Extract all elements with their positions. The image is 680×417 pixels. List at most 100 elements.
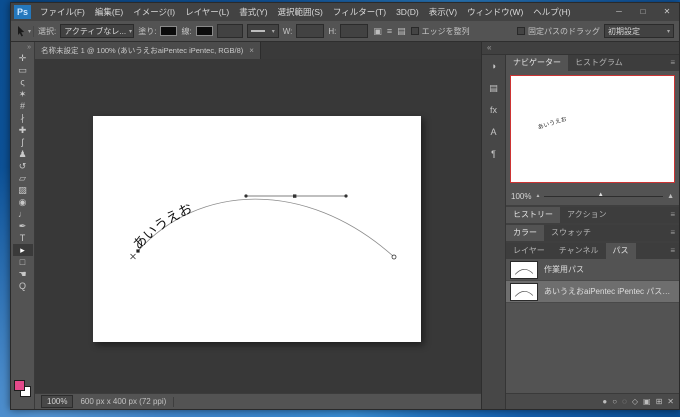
minimize-button[interactable]: ─ <box>607 3 631 21</box>
path-row-type-path[interactable]: あいうえおaiPentec iPentec パス文字 <box>506 281 679 303</box>
navigator-view-box[interactable]: あいうえお <box>510 75 675 183</box>
zoom-in-icon[interactable]: ▲ <box>667 193 674 200</box>
tab-channels[interactable]: チャンネル <box>552 243 606 259</box>
rectangle-tool[interactable]: □ <box>13 256 33 268</box>
options-bar: ▾ 選択: アクティブなレ... ▾ 塗り: 線: ▾ W: H: ▣≡▤ エッ… <box>11 21 679 42</box>
stroke-path-icon[interactable]: ○ <box>612 394 617 410</box>
stroke-color-swatch[interactable] <box>196 26 213 36</box>
adjustments-panel-icon[interactable]: ◑ <box>485 60 503 73</box>
canvas-pasteboard[interactable]: あいうえお <box>35 59 481 393</box>
panel-menu-icon[interactable]: ≡ <box>670 55 679 71</box>
menu-item[interactable]: 表示(V) <box>424 3 462 21</box>
anchor-point-middle[interactable] <box>293 194 296 197</box>
healing-brush-tool[interactable]: ✚ <box>13 124 33 136</box>
navigator-zoom-value[interactable]: 100% <box>511 192 531 201</box>
styles-panel-icon[interactable]: fx <box>485 104 503 117</box>
stroke-width-field[interactable] <box>217 24 243 38</box>
path-operations-icon[interactable]: ▣ <box>372 24 383 38</box>
align-edges-checkbox[interactable] <box>411 27 419 35</box>
marquee-tool[interactable]: ▭ <box>13 64 33 76</box>
tab-histogram[interactable]: ヒストグラム <box>568 55 630 71</box>
width-field[interactable] <box>296 24 324 38</box>
character-panel-icon[interactable]: A <box>485 126 503 139</box>
select-mode-value: アクティブなレ... <box>64 26 126 37</box>
eraser-tool[interactable]: ▱ <box>13 172 33 184</box>
tab-navigator[interactable]: ナビゲーター <box>506 55 568 71</box>
maximize-button[interactable]: □ <box>631 3 655 21</box>
panel-menu-icon[interactable]: ≡ <box>670 207 679 223</box>
add-mask-icon[interactable]: ▣ <box>643 394 651 410</box>
stroke-style-dropdown[interactable]: ▾ <box>247 24 279 38</box>
workspace-preset-dropdown[interactable]: 初期設定 ▾ <box>604 24 674 38</box>
menu-item[interactable]: ヘルプ(H) <box>528 3 575 21</box>
slider-thumb[interactable]: ▲ <box>598 192 604 198</box>
zoom-tool[interactable]: Q <box>13 280 33 292</box>
menu-item[interactable]: 3D(D) <box>391 3 424 21</box>
menu-item[interactable]: フィルター(T) <box>328 3 391 21</box>
tab-swatches[interactable]: スウォッチ <box>544 225 598 241</box>
path-selection-tool[interactable]: ▸ <box>13 244 33 256</box>
path-alignment-icon[interactable]: ≡ <box>386 24 393 38</box>
handle-point-right[interactable] <box>344 194 347 197</box>
dock-body: ◑ ▤ fx A ¶ ナビゲーター ヒストグラム ≡ あいうえお <box>482 55 679 409</box>
tab-layers[interactable]: レイヤー <box>506 243 552 259</box>
current-tool-badge[interactable]: ▾ <box>16 26 34 37</box>
menu-item[interactable]: 編集(E) <box>90 3 128 21</box>
dock-collapse-icon[interactable]: « <box>487 42 491 54</box>
path-row-work-path[interactable]: 作業用パス <box>506 259 679 281</box>
document-canvas[interactable]: あいうえお <box>93 116 421 342</box>
quick-selection-tool[interactable]: ✶ <box>13 88 33 100</box>
select-mode-dropdown[interactable]: アクティブなレ... ▾ <box>60 24 134 38</box>
menu-item[interactable]: 選択範囲(S) <box>273 3 328 21</box>
panel-menu-icon[interactable]: ≡ <box>670 243 679 259</box>
type-tool[interactable]: T <box>13 232 33 244</box>
navigator-preview-text: あいうえお <box>536 114 567 131</box>
navigator-zoom-slider[interactable]: ▲ <box>544 190 663 202</box>
hand-tool[interactable]: ☚ <box>13 268 33 280</box>
clone-stamp-tool[interactable]: ♟ <box>13 148 33 160</box>
crop-tool[interactable]: # <box>13 100 33 112</box>
menu-item[interactable]: ウィンドウ(W) <box>462 3 528 21</box>
history-brush-tool[interactable]: ↺ <box>13 160 33 172</box>
window-controls: ─ □ ✕ <box>607 3 679 21</box>
handle-point-left[interactable] <box>244 194 247 197</box>
menu-item[interactable]: レイヤー(L) <box>180 3 234 21</box>
tab-color[interactable]: カラー <box>506 225 544 241</box>
delete-path-icon[interactable]: ✕ <box>667 394 674 410</box>
document-tab[interactable]: 名称未設定 1 @ 100% (あいうえおaiPentec iPentec, R… <box>35 42 261 59</box>
zoom-out-icon[interactable]: ▲ <box>535 193 540 199</box>
tab-actions[interactable]: アクション <box>560 207 614 223</box>
menu-item[interactable]: ファイル(F) <box>35 3 90 21</box>
toolbar-collapse-icon[interactable]: » <box>27 43 34 52</box>
blur-tool[interactable]: ◉ <box>13 196 33 208</box>
menu-item[interactable]: イメージ(I) <box>128 3 180 21</box>
selection-to-path-icon[interactable]: ◇ <box>632 394 638 410</box>
move-tool[interactable]: ✛ <box>13 52 33 64</box>
tab-paths[interactable]: パス <box>606 243 636 259</box>
path-arrange-icon[interactable]: ▤ <box>396 24 407 38</box>
height-field[interactable] <box>340 24 368 38</box>
pen-tool[interactable]: ✒ <box>13 220 33 232</box>
paragraph-panel-icon[interactable]: ¶ <box>485 148 503 161</box>
fill-color-swatch[interactable] <box>160 26 177 36</box>
tab-close-icon[interactable]: × <box>249 46 254 55</box>
foreground-color-swatch[interactable] <box>14 380 25 391</box>
status-zoom-field[interactable]: 100% <box>41 395 73 408</box>
new-path-icon[interactable]: ⊞ <box>656 394 663 410</box>
path-to-selection-icon[interactable]: ◌ <box>622 394 627 410</box>
navigator-content: あいうえお <box>506 71 679 187</box>
brush-tool[interactable]: ʃ <box>13 136 33 148</box>
close-button[interactable]: ✕ <box>655 3 679 21</box>
constrain-path-checkbox[interactable] <box>517 27 525 35</box>
gradient-tool[interactable]: ▨ <box>13 184 33 196</box>
panel-menu-icon[interactable]: ≡ <box>670 225 679 241</box>
bezier-path[interactable] <box>138 199 393 256</box>
select-mode-label: 選択: <box>38 26 56 37</box>
eyedropper-tool[interactable]: ∤ <box>13 112 33 124</box>
libraries-panel-icon[interactable]: ▤ <box>485 82 503 95</box>
dodge-tool[interactable]: ♩ <box>13 208 33 220</box>
tab-history[interactable]: ヒストリー <box>506 207 560 223</box>
fill-path-icon[interactable]: ● <box>602 394 607 410</box>
lasso-tool[interactable]: ς <box>13 76 33 88</box>
menu-item[interactable]: 書式(Y) <box>234 3 272 21</box>
